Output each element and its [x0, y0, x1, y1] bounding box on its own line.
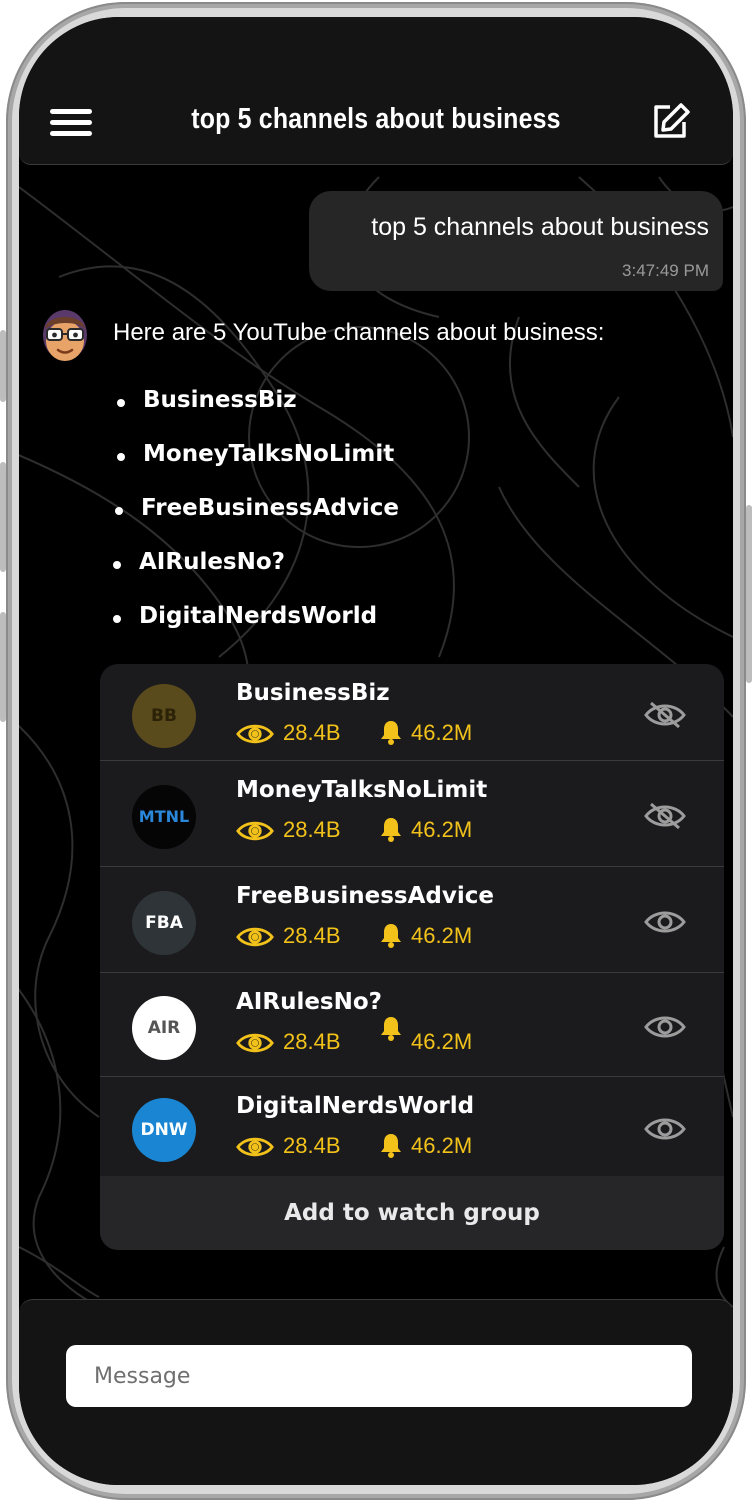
page-title: top 5 channels about business [191, 103, 561, 135]
channel-row[interactable]: MTNL MoneyTalksNoLimit 28.4B 46.2M [100, 761, 724, 867]
channel-name: AIRulesNo? [236, 989, 383, 1015]
channel-row[interactable]: AIR AIRulesNo? 28.4B 46.2M [100, 973, 724, 1077]
channel-avatar: MTNL [132, 785, 196, 849]
channel-subscribers: 46.2M [411, 817, 473, 842]
edit-icon[interactable] [651, 101, 691, 141]
user-message-text: top 5 channels about business [371, 213, 709, 241]
message-input[interactable] [66, 1345, 692, 1407]
channel-row[interactable]: DNW DigitalNerdsWorld 28.4B 46.2M [100, 1077, 724, 1176]
channel-subscribers: 46.2M [411, 1133, 473, 1158]
eye-slash-icon[interactable] [643, 801, 687, 831]
eye-icon [236, 1030, 274, 1060]
channel-subscribers: 46.2M [411, 720, 473, 745]
channel-avatar: FBA [132, 891, 196, 955]
bell-icon [379, 1015, 403, 1045]
eye-icon[interactable] [643, 1114, 687, 1144]
bot-intro-text: Here are 5 YouTube channels about busine… [113, 319, 605, 346]
eye-icon[interactable] [643, 907, 687, 937]
channel-avatar: AIR [132, 996, 196, 1060]
eye-icon [236, 1134, 274, 1164]
channel-avatar: DNW [132, 1098, 196, 1162]
add-to-watch-group-button[interactable]: Add to watch group [100, 1176, 724, 1250]
eye-icon [236, 924, 274, 954]
bell-icon [379, 816, 403, 846]
channel-views: 28.4B [283, 1029, 341, 1054]
bell-icon [379, 719, 403, 749]
bell-icon [379, 1132, 403, 1162]
app-screen: top 5 channels about business top 5 chan… [19, 17, 733, 1485]
channel-views: 28.4B [283, 1133, 341, 1158]
channel-name: MoneyTalksNoLimit [236, 777, 488, 803]
channel-views: 28.4B [283, 720, 341, 745]
bell-icon [379, 922, 403, 952]
user-message-time: 3:47:49 PM [622, 261, 709, 280]
composer-bar [19, 1299, 733, 1485]
side-button-mute [0, 330, 6, 402]
channel-row[interactable]: FBA FreeBusinessAdvice 28.4B 46.2M [100, 867, 724, 973]
side-button-power [746, 505, 752, 683]
channel-views: 28.4B [283, 923, 341, 948]
channel-name: FreeBusinessAdvice [236, 883, 494, 909]
channel-row[interactable]: BB BusinessBiz 28.4B 46.2M [100, 664, 724, 761]
eye-icon [236, 818, 274, 848]
eye-icon[interactable] [643, 1012, 687, 1042]
channel-subscribers: 46.2M [411, 1029, 473, 1054]
side-button-volume-down [0, 612, 6, 722]
bot-avatar-icon [43, 310, 87, 361]
side-button-volume-up [0, 462, 6, 572]
channel-name: BusinessBiz [236, 680, 390, 706]
channel-views: 28.4B [283, 817, 341, 842]
channel-subscribers: 46.2M [411, 923, 473, 948]
channel-avatar: BB [132, 684, 196, 748]
channel-name: DigitalNerdsWorld [236, 1093, 475, 1119]
eye-slash-icon[interactable] [643, 700, 687, 730]
top-bar: top 5 channels about business [19, 17, 733, 165]
channel-card: BB BusinessBiz 28.4B 46.2M MTNL MoneyTalksNoL… [100, 664, 724, 1250]
eye-icon [236, 721, 274, 751]
user-message-bubble: top 5 channels about business 3:47:49 PM [309, 191, 723, 291]
